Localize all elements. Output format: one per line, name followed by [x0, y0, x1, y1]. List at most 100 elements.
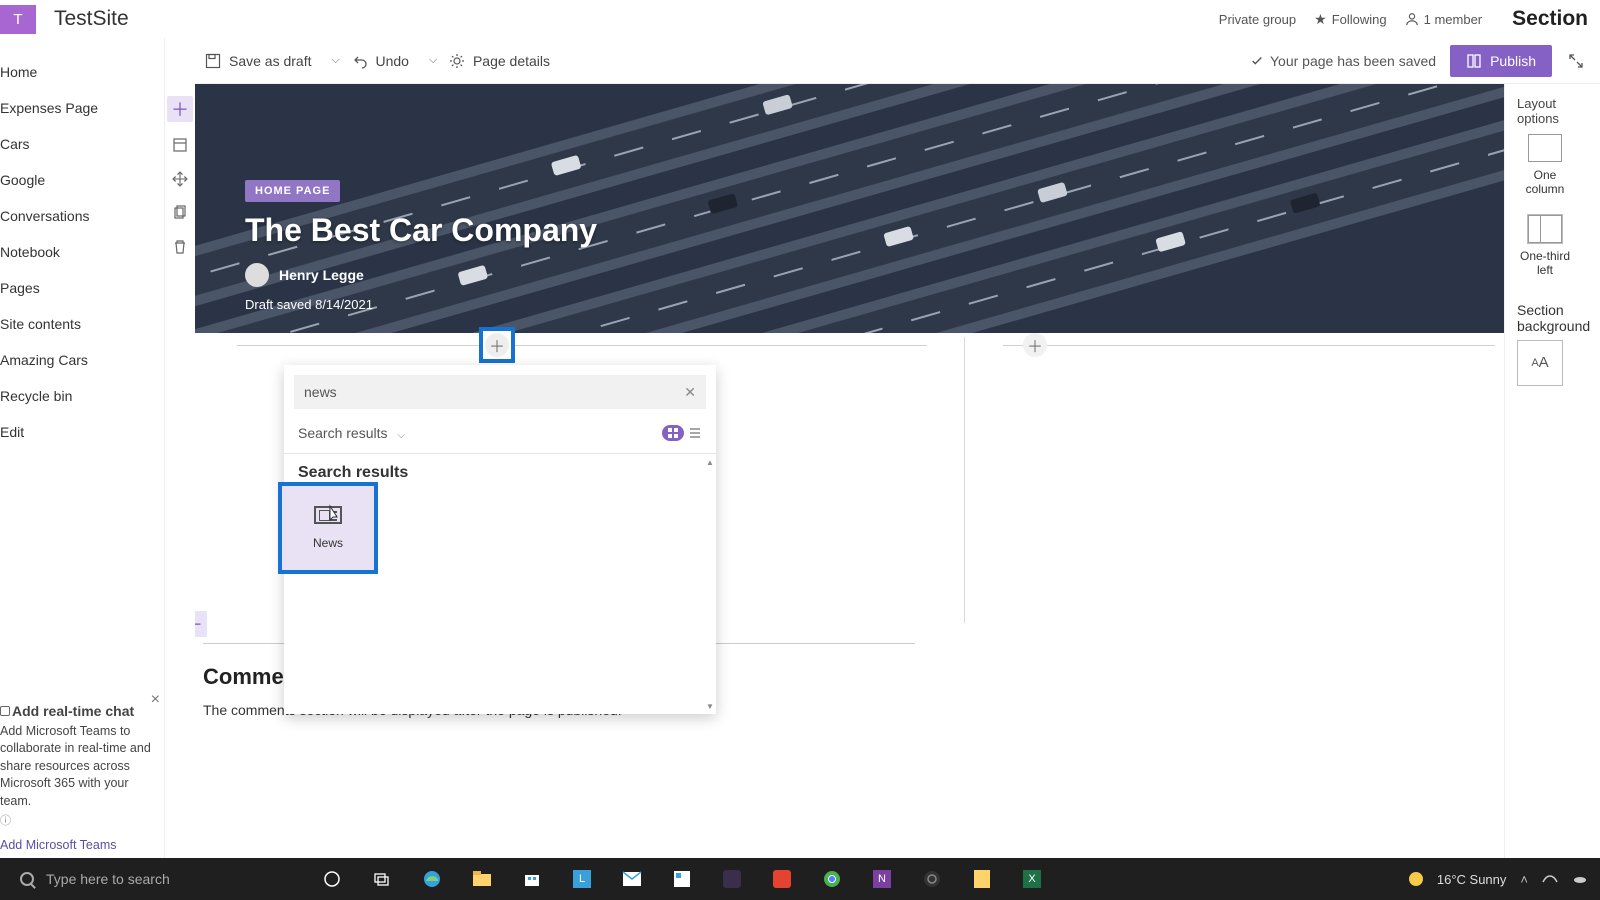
save-draft-button[interactable]: Save as draft	[195, 38, 322, 84]
following-label: Following	[1332, 12, 1387, 27]
onenote-icon[interactable]: N	[870, 867, 894, 891]
page-author[interactable]: Henry Legge	[245, 263, 597, 287]
picker-results-header: Search results	[298, 464, 702, 482]
add-webpart-col2[interactable]: ＋	[1023, 333, 1047, 357]
section-toolbar: ＋	[165, 84, 195, 858]
site-name[interactable]: TestSite	[54, 7, 129, 31]
taskbar-search-placeholder: Type here to search	[46, 871, 170, 887]
news-label: News	[313, 536, 343, 550]
undo-chevron[interactable]: ⌵	[419, 38, 439, 84]
page-details-button[interactable]: Page details	[439, 38, 560, 84]
nav-google[interactable]: Google	[0, 162, 164, 198]
publish-button[interactable]: Publish	[1450, 45, 1552, 77]
undo-icon	[352, 53, 368, 69]
obs-icon[interactable]	[920, 867, 944, 891]
expand-icon	[1568, 53, 1584, 69]
draft-saved-label: Draft saved 8/14/2021	[245, 297, 597, 312]
nav-home[interactable]: Home	[0, 54, 164, 90]
nav-amazing-cars[interactable]: Amazing Cars	[0, 342, 164, 378]
publish-icon	[1466, 53, 1482, 69]
delete-section-icon[interactable]	[169, 236, 191, 258]
clear-icon[interactable]: ✕	[684, 384, 696, 401]
cortana-icon[interactable]	[320, 867, 344, 891]
promo-title: Add real-time chat	[0, 703, 154, 719]
check-icon	[1250, 54, 1264, 68]
hero-banner[interactable]: HOME PAGE The Best Car Company Henry Leg…	[195, 84, 1504, 333]
tray-icon-2[interactable]	[1572, 873, 1588, 885]
scroll-down-icon[interactable]: ▼	[706, 702, 714, 710]
news-webpart-highlight: News	[278, 482, 378, 574]
section-bg-label: Section background	[1517, 302, 1600, 334]
move-section-icon[interactable]	[169, 168, 191, 190]
avatar	[245, 263, 269, 287]
news-webpart-tile[interactable]: News	[282, 486, 374, 570]
saved-message: Your page has been saved	[1250, 53, 1436, 69]
scrollbar[interactable]: ▲ ▼	[706, 458, 714, 710]
nav-expenses[interactable]: Expenses Page	[0, 90, 164, 126]
save-draft-chevron[interactable]: ⌵	[322, 38, 342, 84]
picker-search-value: news	[304, 384, 337, 400]
page-title[interactable]: The Best Car Company	[245, 212, 597, 249]
windows-taskbar: Type here to search L N X 16°C Sunny ˄	[0, 858, 1600, 900]
edit-section-icon[interactable]	[169, 134, 191, 156]
page-badge: HOME PAGE	[245, 180, 340, 202]
taskview-icon[interactable]	[370, 867, 394, 891]
save-icon	[205, 53, 221, 69]
taskbar-search[interactable]: Type here to search	[0, 858, 300, 900]
layout-one-third-left[interactable]: One-third left	[1517, 215, 1573, 278]
app-icon-1[interactable]: L	[570, 867, 594, 891]
picker-category-dropdown[interactable]: Search results ⌵	[298, 425, 405, 441]
app-icon-2[interactable]	[670, 867, 694, 891]
picker-search[interactable]: news ✕	[294, 375, 706, 409]
command-bar: Save as draft ⌵ Undo ⌵ Page details Your…	[195, 38, 1600, 84]
site-following[interactable]: ★ Following	[1314, 11, 1386, 28]
grid-view-toggle[interactable]	[662, 425, 684, 441]
add-section-below[interactable]: ＋	[195, 611, 207, 637]
promo-desc: Add Microsoft Teams to collaborate in re…	[0, 723, 154, 811]
weather-text[interactable]: 16°C Sunny	[1437, 872, 1507, 887]
mail-icon[interactable]	[620, 867, 644, 891]
site-privacy: Private group	[1219, 12, 1296, 27]
nav-cars[interactable]: Cars	[0, 126, 164, 162]
teams-promo: × Add real-time chat Add Microsoft Teams…	[0, 697, 164, 859]
layout-options-label: Layout options	[1517, 96, 1600, 126]
section-bg-option[interactable]: AA	[1517, 340, 1563, 386]
explorer-icon[interactable]	[470, 867, 494, 891]
picker-category-label: Search results	[298, 425, 387, 441]
list-view-toggle[interactable]	[688, 426, 702, 440]
nav-pages[interactable]: Pages	[0, 270, 164, 306]
app-icon-4[interactable]	[970, 867, 994, 891]
layout-one-column[interactable]: One column	[1517, 134, 1573, 197]
nav-notebook[interactable]: Notebook	[0, 234, 164, 270]
add-webpart-col1[interactable]: ＋	[485, 333, 509, 357]
scroll-up-icon[interactable]: ▲	[706, 458, 714, 466]
add-webpart-col1-highlight: ＋	[479, 327, 515, 363]
add-section-button[interactable]: ＋	[167, 96, 193, 122]
search-icon	[20, 872, 34, 886]
nav-recycle-bin[interactable]: Recycle bin	[0, 378, 164, 414]
tray-chevron-icon[interactable]: ˄	[1520, 872, 1528, 887]
undo-button[interactable]: Undo	[342, 38, 419, 84]
section-panel: Layout options One column One-third left…	[1504, 84, 1600, 858]
copy-section-icon[interactable]	[169, 202, 191, 224]
nav-conversations[interactable]: Conversations	[0, 198, 164, 234]
edge-icon[interactable]	[420, 867, 444, 891]
maximize-button[interactable]	[1562, 47, 1590, 75]
nav-site-contents[interactable]: Site contents	[0, 306, 164, 342]
excel-icon[interactable]: X	[1020, 867, 1044, 891]
app-icon-3[interactable]	[720, 867, 744, 891]
promo-link[interactable]: Add Microsoft Teams	[0, 838, 154, 852]
store-icon[interactable]	[520, 867, 544, 891]
undo-label: Undo	[376, 53, 409, 69]
weather-icon	[1409, 872, 1423, 886]
todoist-icon[interactable]	[770, 867, 794, 891]
site-members[interactable]: 1 member	[1405, 12, 1483, 27]
author-name: Henry Legge	[279, 267, 364, 283]
info-icon[interactable]: ⓘ	[0, 812, 154, 828]
members-label: 1 member	[1424, 12, 1483, 27]
site-logo[interactable]: T	[0, 5, 36, 34]
tray-icon-1[interactable]	[1542, 872, 1558, 886]
chrome-icon[interactable]	[820, 867, 844, 891]
nav-edit[interactable]: Edit	[0, 414, 164, 450]
left-nav: Home Expenses Page Cars Google Conversat…	[0, 38, 165, 858]
